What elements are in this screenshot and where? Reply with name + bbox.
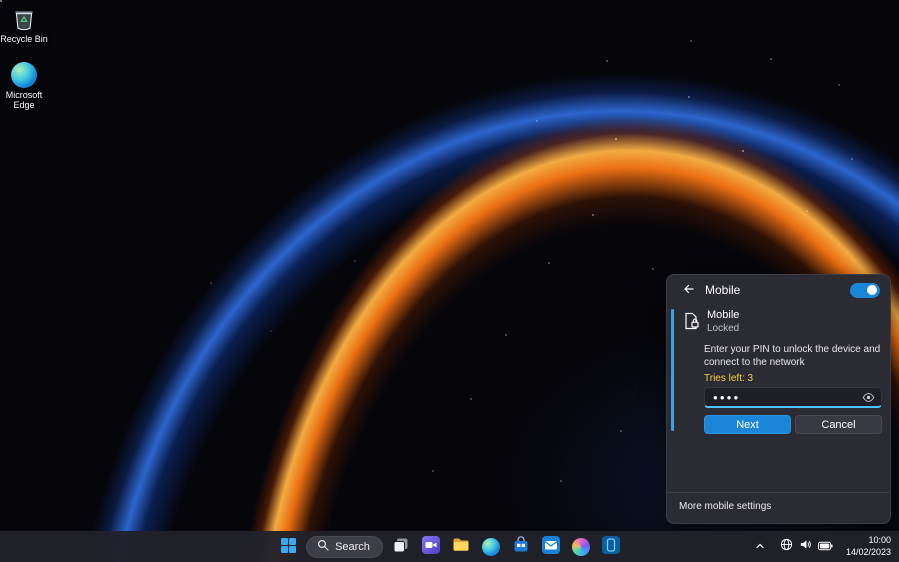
phone-link-icon <box>601 536 620 557</box>
back-button[interactable] <box>679 281 697 299</box>
tries-left-text: Tries left: 3 <box>704 373 754 384</box>
store-icon <box>512 536 530 557</box>
pin-buttons: Next Cancel <box>704 415 882 434</box>
next-button[interactable]: Next <box>704 415 791 434</box>
more-mobile-settings-link[interactable]: More mobile settings <box>667 492 890 523</box>
battery-icon <box>817 538 833 556</box>
hidden-icons-button[interactable] <box>751 534 769 560</box>
mobile-toggle[interactable] <box>850 282 880 298</box>
taskbar-search[interactable]: Search <box>306 535 383 558</box>
chat-icon <box>421 536 440 557</box>
volume-icon <box>799 538 812 556</box>
edge-button[interactable] <box>479 535 503 559</box>
taskbar: Search 10:00 14/02/2023 <box>0 531 899 562</box>
chevron-up-icon <box>755 538 765 556</box>
network-name: Mobile <box>707 309 740 321</box>
recycle-bin-shortcut[interactable]: Recycle Bin <box>0 6 48 44</box>
start-button[interactable] <box>276 535 300 559</box>
microsoft-edge-shortcut[interactable]: Microsoft Edge <box>0 62 48 111</box>
task-view-icon <box>392 536 410 557</box>
search-icon <box>317 539 329 554</box>
photos-button[interactable] <box>569 535 593 559</box>
mobile-flyout-panel: Mobile Mobile Locked Enter your PIN to u… <box>666 274 891 524</box>
network-item-text: Mobile Locked <box>707 309 739 334</box>
phone-link-button[interactable] <box>599 535 623 559</box>
reveal-password-icon[interactable] <box>862 391 875 404</box>
quick-settings-button[interactable] <box>778 535 835 559</box>
clock-date: 14/02/2023 <box>845 546 891 557</box>
panel-body: Mobile Locked Enter your PIN to unlock t… <box>667 305 890 434</box>
desktop-icon-label: Microsoft Edge <box>5 90 43 111</box>
clock-time: 10:00 <box>868 535 891 546</box>
photos-icon <box>571 537 590 556</box>
sim-lock-icon <box>681 309 701 334</box>
system-tray: 10:00 14/02/2023 <box>751 531 893 562</box>
recycle-bin-icon <box>0 6 48 32</box>
network-status: Locked <box>707 323 740 334</box>
task-view-button[interactable] <box>389 535 413 559</box>
pin-section: Enter your PIN to unlock the device and … <box>704 343 882 434</box>
taskbar-clock[interactable]: 10:00 14/02/2023 <box>844 533 893 560</box>
file-explorer-icon <box>452 536 470 557</box>
edge-icon <box>481 537 500 556</box>
chat-button[interactable] <box>419 535 443 559</box>
file-explorer-button[interactable] <box>449 535 473 559</box>
back-arrow-icon <box>682 283 694 298</box>
network-globe-icon <box>780 538 793 556</box>
panel-title: Mobile <box>705 283 741 297</box>
selected-item-indicator <box>671 309 674 431</box>
pin-masked-value: ●●●● <box>713 392 741 402</box>
desktop-icon-label: Recycle Bin <box>0 34 48 44</box>
store-button[interactable] <box>509 535 533 559</box>
mail-button[interactable] <box>539 535 563 559</box>
toggle-knob <box>867 285 877 295</box>
start-icon <box>280 537 296 556</box>
mobile-network-item[interactable]: Mobile Locked <box>681 309 878 334</box>
cancel-button[interactable]: Cancel <box>795 415 882 434</box>
panel-header: Mobile <box>667 275 890 305</box>
mail-icon <box>541 536 560 557</box>
search-label: Search <box>335 540 370 553</box>
edge-icon <box>0 62 48 88</box>
pin-input[interactable]: ●●●● <box>704 387 882 408</box>
pin-prompt-text: Enter your PIN to unlock the device and … <box>704 344 881 368</box>
